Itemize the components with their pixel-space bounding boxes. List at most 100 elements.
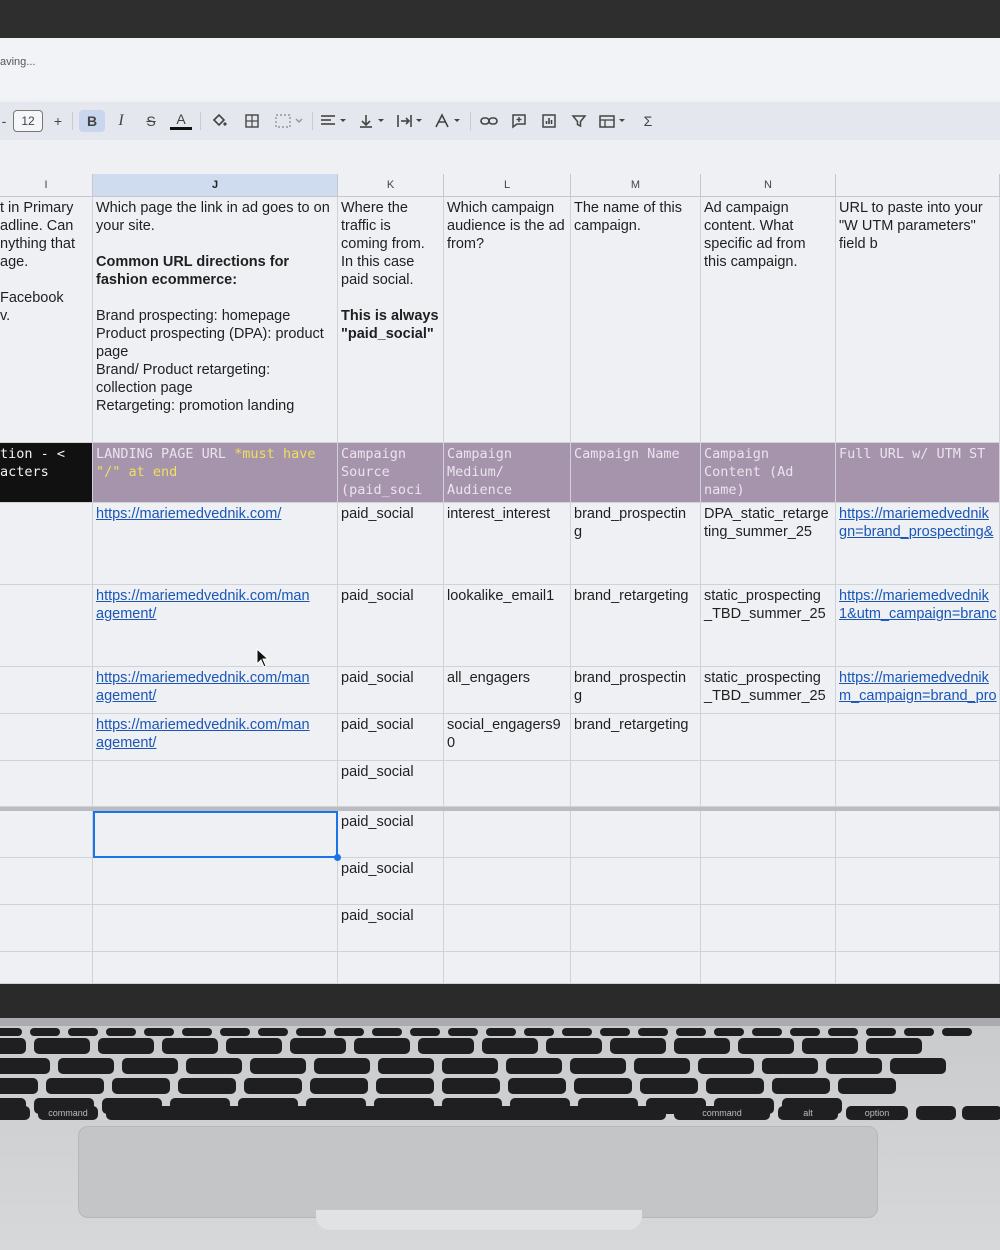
field-header-i[interactable]: tion - < acters bbox=[0, 443, 93, 503]
table-cell-j[interactable]: https://mariemedvednik.com/man agement/ bbox=[93, 714, 338, 761]
table-cell-empty[interactable] bbox=[701, 952, 836, 984]
table-cell-m[interactable]: brand_retargeting bbox=[571, 714, 701, 761]
table-cell-j[interactable] bbox=[93, 761, 338, 807]
text-color-button[interactable]: A bbox=[170, 110, 192, 130]
decrease-font-button[interactable]: - bbox=[0, 110, 8, 132]
strikethrough-button[interactable]: S bbox=[142, 110, 160, 132]
table-cell-n[interactable] bbox=[701, 761, 836, 807]
table-cell-l[interactable]: lookalike_email1 bbox=[444, 585, 571, 667]
field-header-landing-page-url[interactable]: LANDING PAGE URL *must have "/" at end bbox=[93, 443, 338, 503]
table-cell-i[interactable] bbox=[0, 714, 93, 761]
url-link[interactable]: https://mariemedvednik.com/ bbox=[96, 506, 281, 522]
bold-button[interactable]: B bbox=[79, 110, 105, 132]
table-cell-l[interactable] bbox=[444, 761, 571, 807]
url-link[interactable]: https://mariemedvednik.com/man agement/ bbox=[96, 588, 310, 622]
table-cell-l[interactable] bbox=[444, 905, 571, 952]
description-cell-l[interactable]: Which campaign audience is the ad from? bbox=[444, 197, 571, 443]
table-cell-i[interactable] bbox=[0, 858, 93, 905]
italic-button[interactable]: I bbox=[112, 110, 130, 132]
url-link[interactable]: https://mariemedvednik.com/man agement/ bbox=[96, 670, 310, 704]
font-size-input[interactable]: 12 bbox=[13, 110, 43, 132]
table-cell-k[interactable]: paid_social bbox=[338, 905, 444, 952]
description-cell-k[interactable]: Where the traffic is coming from. In thi… bbox=[338, 197, 444, 443]
table-cell-i[interactable] bbox=[0, 811, 93, 858]
field-header-full-url[interactable]: Full URL w/ UTM ST bbox=[836, 443, 1000, 503]
table-cell-i[interactable] bbox=[0, 905, 93, 952]
text-rotation-icon[interactable] bbox=[432, 110, 464, 132]
table-cell-n[interactable]: DPA_static_retarge ting_summer_25 bbox=[701, 503, 836, 585]
table-cell-o[interactable]: https://mariemedvednik gn=brand_prospect… bbox=[836, 503, 1000, 585]
field-header-campaign-source[interactable]: Campaign Source (paid_soci bbox=[338, 443, 444, 503]
column-header-o[interactable] bbox=[836, 174, 1000, 197]
borders-icon[interactable] bbox=[242, 110, 262, 132]
table-cell-j[interactable]: https://mariemedvednik.com/man agement/ bbox=[93, 667, 338, 714]
column-header-j[interactable]: J bbox=[93, 174, 338, 197]
description-cell-o[interactable]: URL to paste into your "W UTM parameters… bbox=[836, 197, 1000, 443]
table-cell-m[interactable] bbox=[571, 905, 701, 952]
table-cell-j[interactable]: https://mariemedvednik.com/ bbox=[93, 503, 338, 585]
table-cell-k[interactable]: paid_social bbox=[338, 811, 444, 858]
description-cell-j[interactable]: Which page the link in ad goes to on you… bbox=[93, 197, 338, 443]
filter-icon[interactable] bbox=[568, 110, 590, 132]
table-cell-o[interactable] bbox=[836, 811, 1000, 858]
functions-icon[interactable]: Σ bbox=[638, 110, 658, 132]
table-cell-empty[interactable] bbox=[338, 952, 444, 984]
table-cell-i[interactable] bbox=[0, 761, 93, 807]
table-cell-n[interactable]: static_prospecting _TBD_summer_25 bbox=[701, 667, 836, 714]
table-cell-l[interactable]: all_engagers bbox=[444, 667, 571, 714]
url-link[interactable]: https://mariemedvednik.com/man agement/ bbox=[96, 717, 310, 751]
table-cell-i[interactable] bbox=[0, 503, 93, 585]
selected-cell-outline[interactable] bbox=[93, 811, 338, 858]
fill-handle[interactable] bbox=[334, 854, 341, 861]
table-cell-n[interactable]: static_prospecting _TBD_summer_25 bbox=[701, 585, 836, 667]
field-header-campaign-content[interactable]: Campaign Content (Ad name) bbox=[701, 443, 836, 503]
url-link[interactable]: https://mariemedvednik m_campaign=brand_… bbox=[839, 670, 997, 704]
table-cell-l[interactable]: social_engagers9 0 bbox=[444, 714, 571, 761]
table-cell-m[interactable]: brand_retargeting bbox=[571, 585, 701, 667]
table-cell-j[interactable]: https://mariemedvednik.com/man agement/ bbox=[93, 585, 338, 667]
column-header-m[interactable]: M bbox=[571, 174, 701, 197]
table-cell-o[interactable]: https://mariemedvednik m_campaign=brand_… bbox=[836, 667, 1000, 714]
table-cell-j[interactable] bbox=[93, 905, 338, 952]
table-cell-i[interactable] bbox=[0, 585, 93, 667]
table-cell-m[interactable]: brand_prospectin g bbox=[571, 667, 701, 714]
column-header-i[interactable]: I bbox=[0, 174, 93, 197]
table-cell-o[interactable] bbox=[836, 905, 1000, 952]
url-link[interactable]: https://mariemedvednik gn=brand_prospect… bbox=[839, 506, 993, 540]
insert-comment-icon[interactable] bbox=[508, 110, 530, 132]
table-cell-o[interactable] bbox=[836, 714, 1000, 761]
table-cell-i[interactable] bbox=[0, 667, 93, 714]
table-cell-j[interactable] bbox=[93, 858, 338, 905]
table-cell-l[interactable] bbox=[444, 811, 571, 858]
trackpad[interactable] bbox=[78, 1126, 878, 1218]
table-cell-l[interactable] bbox=[444, 858, 571, 905]
description-cell-i[interactable]: t in Primary adline. Can nything that ag… bbox=[0, 197, 93, 443]
table-cell-n[interactable] bbox=[701, 714, 836, 761]
vertical-align-icon[interactable] bbox=[356, 110, 388, 132]
table-cell-k[interactable]: paid_social bbox=[338, 503, 444, 585]
table-cell-m[interactable] bbox=[571, 761, 701, 807]
filter-views-icon[interactable] bbox=[596, 110, 630, 132]
text-wrap-icon[interactable] bbox=[394, 110, 426, 132]
field-header-campaign-name[interactable]: Campaign Name bbox=[571, 443, 701, 503]
table-cell-k[interactable]: paid_social bbox=[338, 761, 444, 807]
column-header-l[interactable]: L bbox=[444, 174, 571, 197]
fill-color-icon[interactable] bbox=[208, 110, 230, 132]
table-cell-empty[interactable] bbox=[571, 952, 701, 984]
table-cell-empty[interactable] bbox=[444, 952, 571, 984]
table-cell-k[interactable]: paid_social bbox=[338, 667, 444, 714]
table-cell-k[interactable]: paid_social bbox=[338, 714, 444, 761]
table-cell-k[interactable]: paid_social bbox=[338, 585, 444, 667]
description-cell-n[interactable]: Ad campaign content. What specific ad fr… bbox=[701, 197, 836, 443]
table-cell-empty[interactable] bbox=[0, 952, 93, 984]
table-cell-m[interactable]: brand_prospectin g bbox=[571, 503, 701, 585]
table-cell-empty[interactable] bbox=[93, 952, 338, 984]
align-icon[interactable] bbox=[318, 110, 350, 132]
table-cell-n[interactable] bbox=[701, 811, 836, 858]
table-cell-empty[interactable] bbox=[836, 952, 1000, 984]
column-header-n[interactable]: N bbox=[701, 174, 836, 197]
table-cell-l[interactable]: interest_interest bbox=[444, 503, 571, 585]
field-header-campaign-medium[interactable]: Campaign Medium/ Audience bbox=[444, 443, 571, 503]
table-cell-k[interactable]: paid_social bbox=[338, 858, 444, 905]
table-cell-o[interactable] bbox=[836, 858, 1000, 905]
